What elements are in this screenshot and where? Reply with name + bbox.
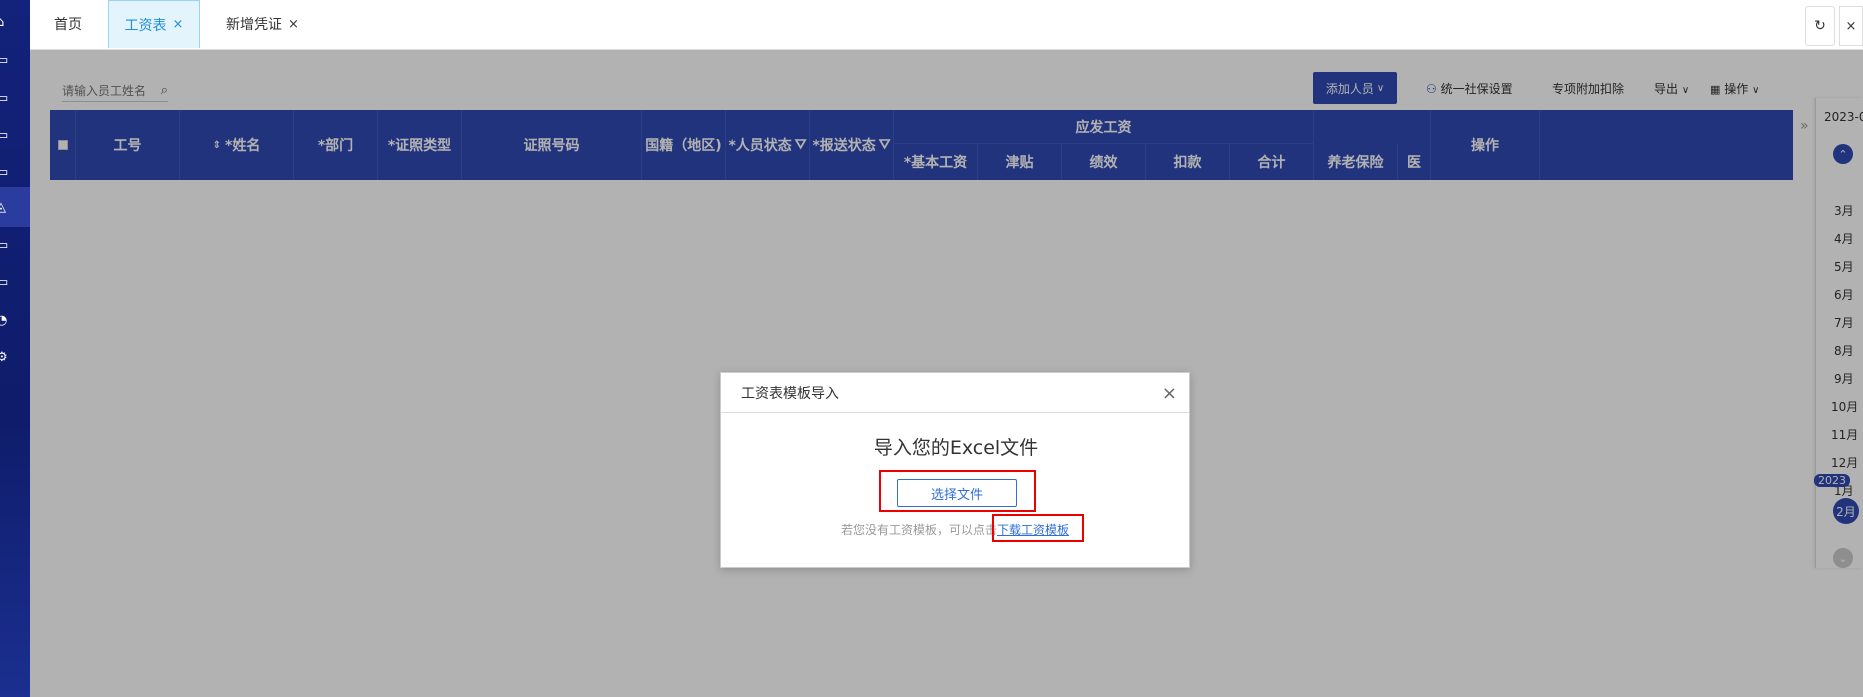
choose-file-button[interactable]: 选择文件 [897, 479, 1017, 507]
dialog-heading: 导入您的Excel文件 [873, 437, 1039, 459]
tab-bar: 首页 工资表 × 新增凭证 × ↻ × [30, 0, 1863, 50]
close-all-icon[interactable]: × [1839, 6, 1863, 46]
close-icon[interactable]: × [1162, 383, 1177, 404]
tab-salary-close-icon[interactable]: × [173, 17, 184, 32]
template-hint-text: 若您没有工资模板，可以点击 [841, 523, 998, 537]
tab-new-voucher[interactable]: 新增凭证 × [226, 0, 316, 48]
settings-icon[interactable]: ⚙ [0, 337, 30, 377]
tab-home[interactable]: 首页 [54, 0, 104, 48]
nav-icon-4[interactable]: ▭ [0, 152, 30, 192]
tab-new-voucher-close-icon[interactable]: × [288, 17, 299, 32]
dialog-title: 工资表模板导入 [741, 385, 839, 402]
nav-icon-8[interactable]: ◔ [0, 300, 30, 340]
left-nav: ⌂ ▭ ▭ ▭ ▭ ◬ ▭ ▭ ◔ ⚙ [0, 0, 30, 697]
nav-icon-2[interactable]: ▭ [0, 78, 30, 118]
refresh-icon[interactable]: ↻ [1805, 6, 1835, 46]
nav-icon-6[interactable]: ▭ [0, 225, 30, 265]
tab-salary[interactable]: 工资表 × [108, 0, 200, 48]
nav-icon-salary[interactable]: ◬ [0, 187, 30, 227]
tab-home-label: 首页 [54, 17, 82, 33]
tab-new-voucher-label: 新增凭证 [226, 17, 282, 33]
import-template-dialog: 工资表模板导入 × 导入您的Excel文件 选择文件 若您没有工资模板，可以点击… [720, 372, 1190, 568]
download-template-link[interactable]: 下载工资模板 [997, 521, 1069, 538]
nav-icon-3[interactable]: ▭ [0, 115, 30, 155]
home-icon[interactable]: ⌂ [0, 2, 30, 42]
dialog-header: 工资表模板导入 × [721, 373, 1189, 413]
nav-icon-1[interactable]: ▭ [0, 40, 30, 80]
nav-icon-7[interactable]: ▭ [0, 262, 30, 302]
tab-salary-label: 工资表 [124, 17, 167, 34]
